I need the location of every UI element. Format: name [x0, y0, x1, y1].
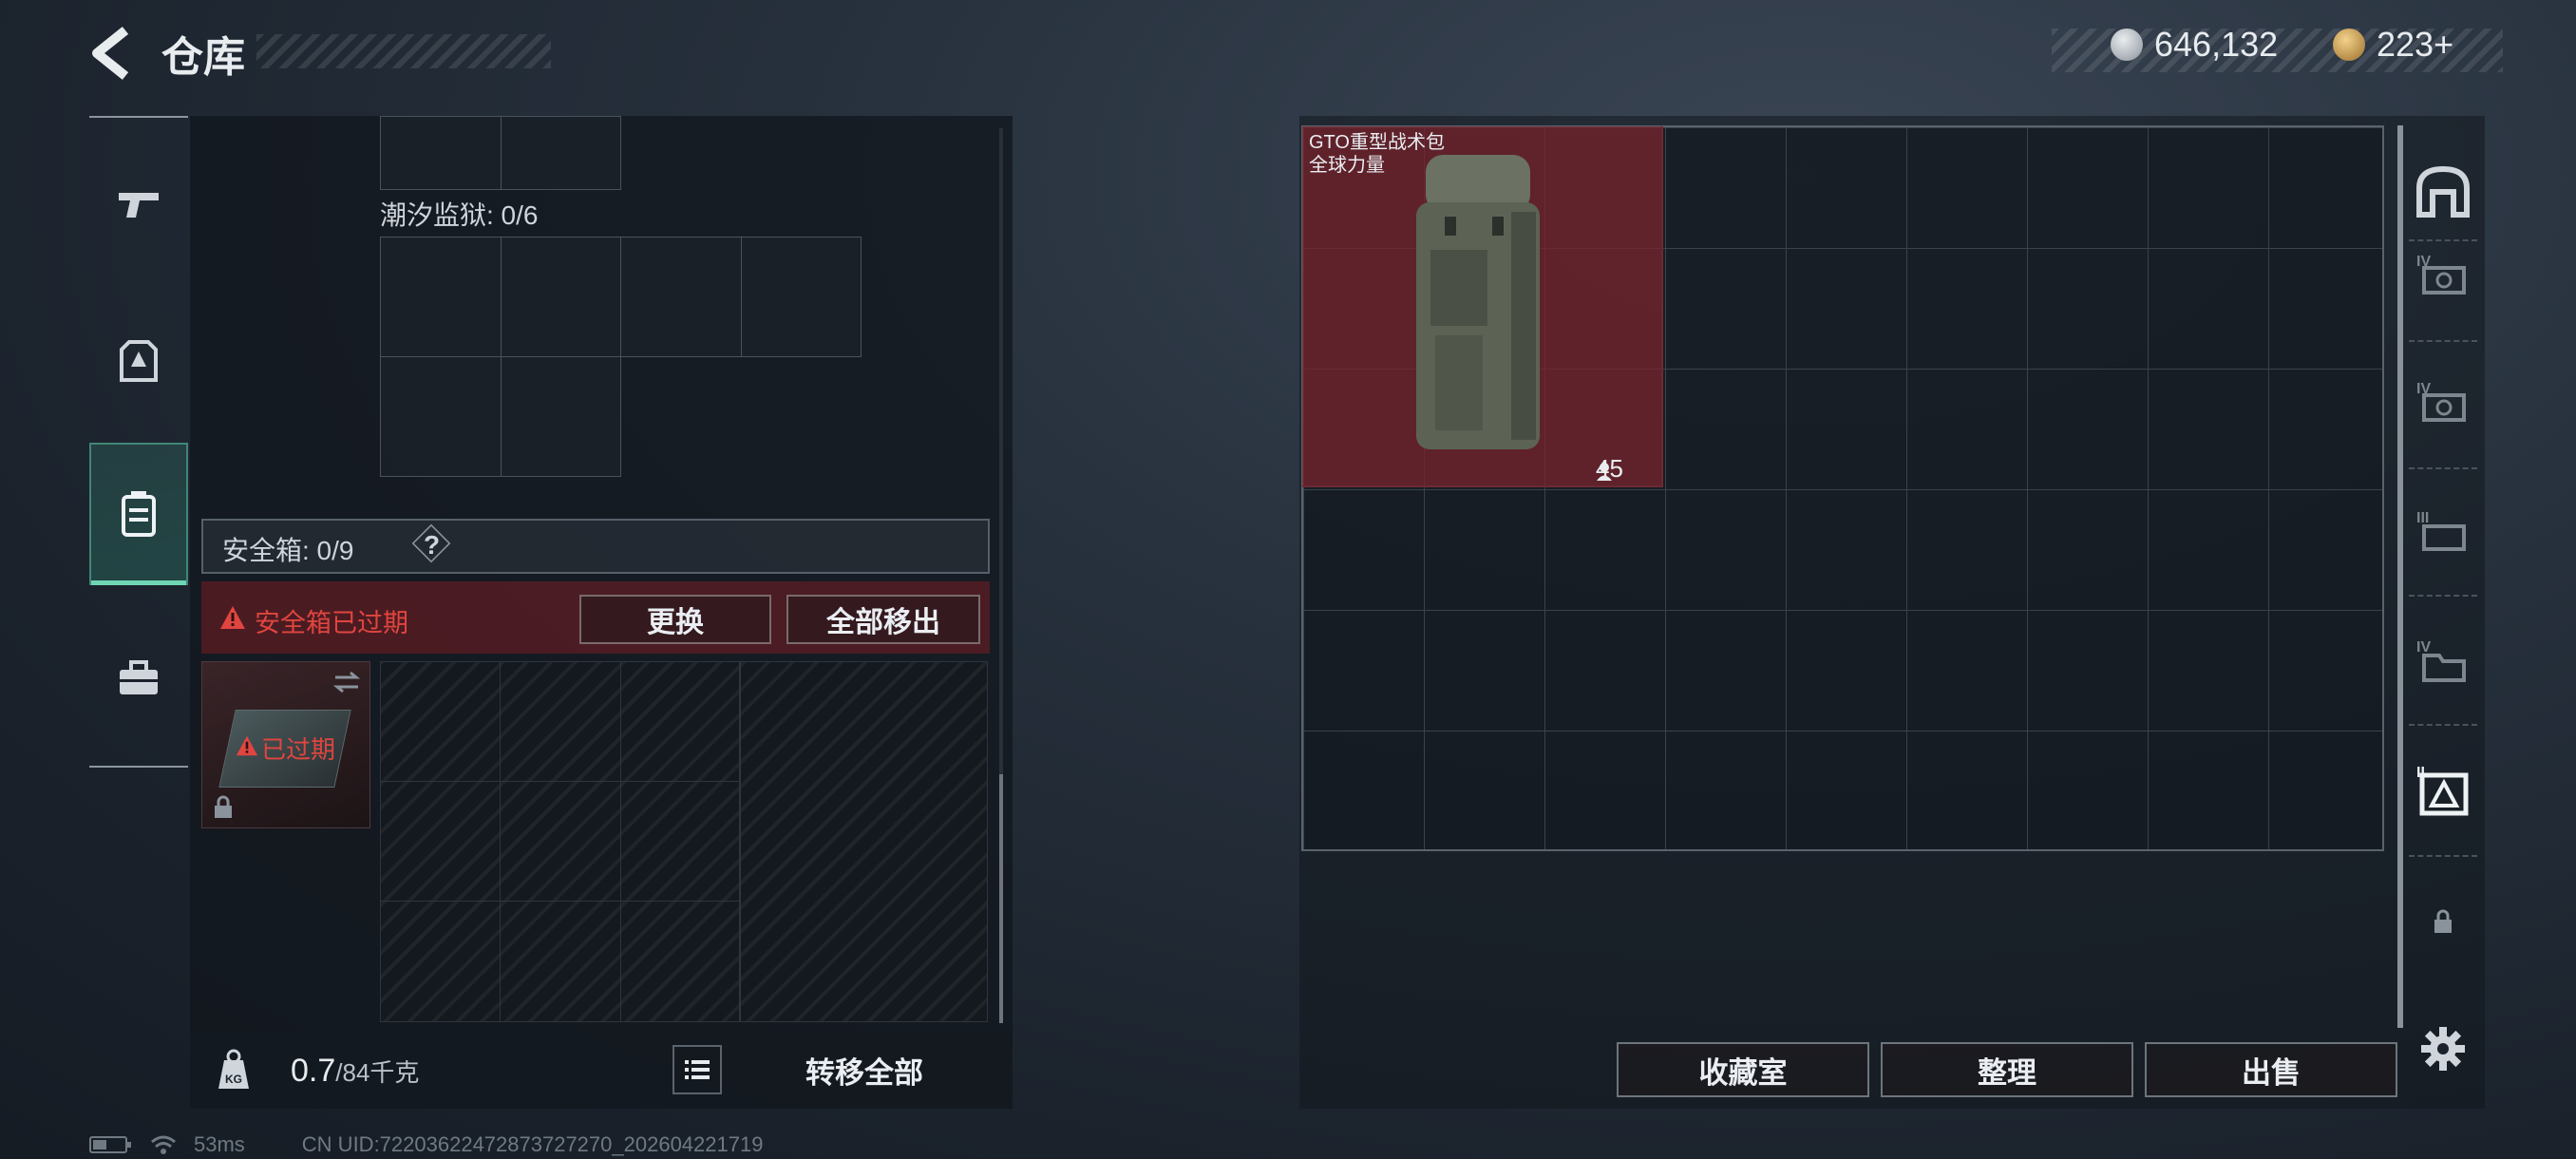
backpack-image [1416, 155, 1540, 449]
organize-button[interactable]: 整理 [1881, 1042, 2133, 1097]
tool-divider [2409, 595, 2477, 597]
grid-slot[interactable] [739, 661, 988, 1022]
stash-tab-active[interactable]: II [2413, 758, 2473, 819]
status-bar: 53ms CN UID:72203622472873727270_2026042… [89, 1132, 763, 1157]
tool-divider [2409, 239, 2477, 241]
house-icon [2416, 165, 2470, 218]
warning-icon [220, 606, 245, 629]
lock-icon [215, 795, 232, 818]
expired-badge: 已过期 [261, 735, 336, 764]
silver-amount: 646,132 [2154, 25, 2279, 64]
stash-tab-locked[interactable] [2413, 891, 2473, 952]
tab-backpack[interactable] [89, 443, 188, 585]
gold-amount: 223+ [2377, 25, 2454, 64]
safe-box-label: 安全箱: 0/9 [222, 536, 354, 565]
grid-slot[interactable] [380, 356, 502, 477]
stash-case-iii-icon: III [2416, 510, 2466, 551]
expired-alert-bar: 安全箱已过期 更换 全部移出 [201, 581, 990, 654]
tool-divider [2409, 855, 2477, 857]
folder-iv-icon: IV [2416, 639, 2466, 682]
expired-warning-icon [236, 735, 258, 756]
stash-tab-iv-2[interactable]: IV [2413, 372, 2473, 433]
tool-divider [2409, 467, 2477, 469]
weight-display: 0.7/84千克 [291, 1053, 419, 1090]
list-view-button[interactable] [672, 1045, 722, 1094]
weight-max: /84千克 [335, 1058, 420, 1087]
item-brand: 全球力量 [1309, 155, 1385, 176]
help-icon[interactable]: ? [424, 530, 440, 560]
alert-text: 安全箱已过期 [255, 609, 408, 637]
battery-icon [89, 1136, 131, 1153]
backpack-icon [122, 491, 156, 537]
item-title: GTO重型战术包 [1309, 132, 1445, 153]
svg-text:III: III [2416, 510, 2429, 526]
svg-text:IV: IV [2416, 639, 2431, 656]
safe-box-header: 安全箱: 0/9 ? [201, 519, 990, 574]
gear-icon [2421, 1027, 2465, 1071]
stash-tab-1[interactable] [2413, 162, 2473, 222]
armor-icon [120, 340, 158, 382]
item-name: GTO重型战术包 全球力量 [1309, 131, 1445, 177]
page-title: 仓库 [161, 34, 245, 81]
grid-slot[interactable] [501, 356, 621, 477]
back-arrow-icon [92, 27, 129, 80]
tool-divider [2409, 724, 2477, 726]
title-decoration [256, 34, 551, 68]
swap-icon [332, 671, 361, 694]
gold-coin-icon [2333, 28, 2365, 61]
sell-button[interactable]: 出售 [2145, 1042, 2397, 1097]
stash-tab-iii[interactable]: III [2413, 502, 2473, 562]
lock-icon [2434, 909, 2452, 933]
gold-currency[interactable]: 223+ [2333, 25, 2453, 65]
svg-text:KG: KG [225, 1073, 242, 1086]
grid-slot[interactable] [501, 116, 621, 190]
replace-button[interactable]: 更换 [579, 595, 771, 644]
grid-slot[interactable] [380, 116, 502, 190]
left-scrollbar-thumb[interactable] [999, 774, 1003, 1023]
silver-coin-icon [2111, 28, 2143, 61]
item-count: 45 [1596, 454, 1623, 483]
transfer-all-button[interactable]: 转移全部 [731, 1043, 997, 1096]
stash-box-warning-icon: II [2416, 765, 2469, 816]
tab-weapons[interactable] [89, 133, 188, 276]
remove-all-button[interactable]: 全部移出 [786, 595, 980, 644]
settings-button[interactable] [2413, 1018, 2473, 1079]
weight-current: 0.7 [291, 1053, 336, 1089]
grid-slot[interactable] [500, 661, 621, 1022]
silver-currency[interactable]: 646,132 [2111, 25, 2278, 65]
right-scrollbar[interactable] [2397, 125, 2403, 1028]
safe-box-grid [380, 661, 988, 1022]
prison-label: 潮汐监狱: 0/6 [380, 200, 539, 230]
back-button[interactable] [84, 21, 141, 86]
collection-room-button[interactable]: 收藏室 [1617, 1042, 1869, 1097]
stash-item-backpack[interactable] [1302, 126, 1663, 487]
wifi-icon [151, 1135, 176, 1154]
grid-slot[interactable] [741, 237, 862, 357]
tab-toolbox[interactable] [89, 608, 188, 750]
stash-tab-iv-1[interactable]: IV [2413, 245, 2473, 306]
uid-display: CN UID:72203622472873727270_202604221719 [301, 1132, 764, 1156]
stash-box-iv-icon: IV [2416, 381, 2466, 422]
stash-tab-iv-folder[interactable]: IV [2413, 631, 2473, 692]
gun-icon [119, 193, 159, 218]
ping-display: 53ms [194, 1132, 245, 1156]
grid-slot[interactable] [501, 237, 621, 357]
grid-slot[interactable] [380, 237, 502, 357]
tab-armor[interactable] [89, 290, 188, 432]
safe-box-item[interactable]: 已过期 [201, 661, 370, 828]
weight-icon: KG [218, 1049, 249, 1089]
briefcase-icon [120, 660, 158, 694]
grid-slot[interactable] [620, 237, 742, 357]
stash-box-iv-icon: IV [2416, 254, 2466, 294]
list-icon [685, 1060, 710, 1079]
tool-divider [2409, 340, 2477, 342]
